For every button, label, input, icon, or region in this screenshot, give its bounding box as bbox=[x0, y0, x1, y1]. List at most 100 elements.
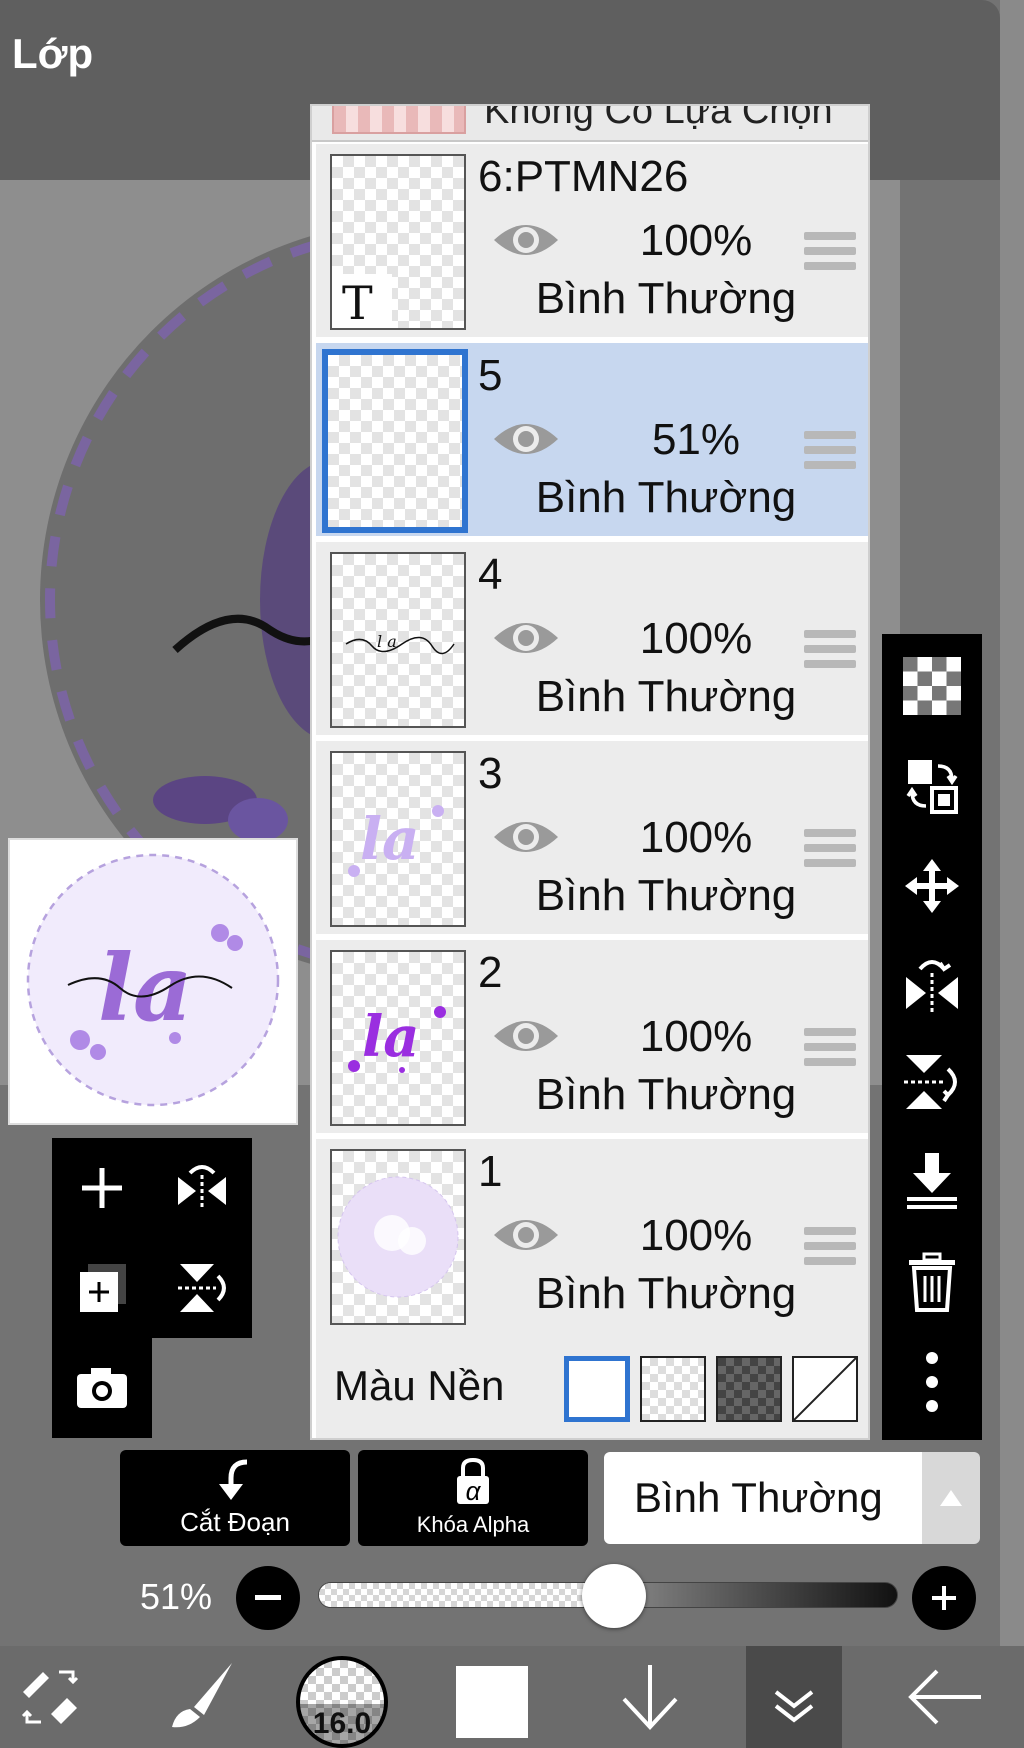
layer-swap-button[interactable] bbox=[882, 738, 982, 834]
flip-horizontal-small-button[interactable] bbox=[152, 1138, 252, 1238]
alpha-lock-button[interactable]: α Khóa Alpha bbox=[358, 1450, 588, 1546]
layer-opacity[interactable]: 51% bbox=[616, 415, 776, 465]
drag-handle-icon[interactable] bbox=[804, 431, 856, 477]
layer-thumbnail[interactable]: l a bbox=[330, 552, 466, 728]
more-icon bbox=[926, 1352, 938, 1412]
merge-down-button[interactable] bbox=[882, 1132, 982, 1228]
layer-name: 6:PTMN26 bbox=[478, 152, 689, 201]
back-button[interactable] bbox=[890, 1646, 1000, 1748]
drag-handle-icon[interactable] bbox=[804, 630, 856, 676]
opacity-value-label: 51% bbox=[140, 1576, 213, 1617]
layer-row[interactable]: la 2 100% Bình Thường bbox=[316, 940, 868, 1136]
purple-la-thumbnail: la bbox=[348, 1004, 446, 1073]
layer-row[interactable]: la 3 100% Bình Thường bbox=[316, 741, 868, 937]
layer-thumbnail[interactable]: la bbox=[330, 751, 466, 927]
visibility-eye-icon[interactable] bbox=[490, 1012, 562, 1060]
layer-row[interactable]: l a 4 100% Bình Thường bbox=[316, 542, 868, 738]
layer-name: 1 bbox=[478, 1147, 503, 1196]
brush-eraser-switch-icon bbox=[21, 1670, 79, 1724]
plus-icon bbox=[932, 1586, 956, 1610]
signature-thumbnail: l a bbox=[345, 632, 455, 655]
blend-mode-select[interactable]: Bình Thường bbox=[604, 1452, 922, 1544]
no-background-icon bbox=[794, 1358, 856, 1420]
arrow-left-icon bbox=[908, 1669, 981, 1725]
move-icon bbox=[905, 859, 959, 913]
blend-mode-value: Bình Thường bbox=[634, 1474, 883, 1521]
flip-vertical-icon bbox=[904, 1055, 957, 1109]
layer-name: 5 bbox=[478, 351, 503, 400]
opacity-decrease-button[interactable] bbox=[236, 1566, 300, 1630]
layer-row[interactable]: T 6:PTMN26 100% Bình Thường bbox=[316, 144, 868, 340]
current-color-swatch[interactable] bbox=[456, 1666, 528, 1738]
layer-thumbnail[interactable]: T bbox=[330, 154, 466, 330]
drag-handle-icon[interactable] bbox=[804, 1028, 856, 1074]
layer-thumbnail[interactable] bbox=[322, 349, 468, 533]
layer-opacity[interactable]: 100% bbox=[616, 813, 776, 863]
layer-row[interactable]: 1 100% Bình Thường bbox=[316, 1139, 868, 1335]
visibility-eye-icon[interactable] bbox=[490, 216, 562, 264]
layer-opacity[interactable]: 100% bbox=[616, 1012, 776, 1062]
clipping-label: Cắt Đoạn bbox=[180, 1507, 290, 1537]
layer-blend-mode: Bình Thường bbox=[535, 1269, 797, 1318]
minus-icon bbox=[255, 1595, 281, 1600]
visibility-eye-icon[interactable] bbox=[490, 813, 562, 861]
layer-opacity[interactable]: 100% bbox=[616, 1211, 776, 1261]
tool-switch-button[interactable] bbox=[0, 1646, 100, 1748]
clipping-button[interactable]: Cắt Đoạn bbox=[120, 1450, 350, 1546]
more-options-button[interactable] bbox=[882, 1334, 982, 1430]
background-none-option[interactable] bbox=[792, 1356, 858, 1422]
transparency-button[interactable] bbox=[882, 638, 982, 734]
page-title: Lớp bbox=[12, 30, 94, 77]
move-down-button[interactable] bbox=[600, 1646, 700, 1748]
add-layer-button[interactable] bbox=[52, 1138, 152, 1238]
opacity-slider-row: 51% bbox=[0, 1556, 1000, 1636]
camera-button[interactable] bbox=[52, 1338, 152, 1438]
brush-size-label: 16.0 bbox=[300, 1704, 384, 1744]
visibility-eye-icon[interactable] bbox=[490, 1211, 562, 1259]
visibility-eye-icon[interactable] bbox=[490, 415, 562, 463]
layer-opacity[interactable]: 100% bbox=[616, 614, 776, 664]
layer-thumbnail[interactable] bbox=[330, 1149, 466, 1325]
layer-row-selection-partial[interactable]: Không Có Lựa Chọn bbox=[312, 106, 868, 142]
background-checker-dark-option[interactable] bbox=[716, 1356, 782, 1422]
drag-handle-icon[interactable] bbox=[804, 1227, 856, 1273]
layer-opacity[interactable]: 100% bbox=[616, 216, 776, 266]
app-screen: Lớp la Không Có Lựa Chọn T 6:PTMN26 100%… bbox=[0, 0, 1024, 1748]
alpha-glyph: α bbox=[465, 1476, 481, 1506]
background-checker-light-option[interactable] bbox=[640, 1356, 706, 1422]
alpha-lock-label: Khóa Alpha bbox=[416, 1512, 530, 1537]
opacity-increase-button[interactable] bbox=[912, 1566, 976, 1630]
delete-layer-button[interactable] bbox=[882, 1234, 982, 1330]
selection-layer-label: Không Có Lựa Chọn bbox=[484, 106, 833, 132]
layer-thumbnail[interactable]: la bbox=[330, 950, 466, 1126]
drag-handle-icon[interactable] bbox=[804, 829, 856, 875]
layer-panel: Không Có Lựa Chọn T 6:PTMN26 100% Bình T… bbox=[310, 104, 870, 1440]
text-layer-thumbnail: T bbox=[332, 274, 392, 328]
preview-image: la bbox=[26, 853, 280, 1107]
collapse-panel-button[interactable] bbox=[746, 1646, 842, 1748]
blend-mode-dropdown-button[interactable] bbox=[922, 1452, 980, 1544]
background-color-label: Màu Nền bbox=[334, 1362, 505, 1409]
layer-row[interactable]: 5 51% Bình Thường bbox=[316, 343, 868, 539]
arrow-down-icon bbox=[622, 1665, 678, 1730]
move-button[interactable] bbox=[882, 838, 982, 934]
brush-size-indicator[interactable]: 16.0 bbox=[296, 1656, 388, 1748]
flip-vertical-button[interactable] bbox=[882, 1034, 982, 1130]
flip-horizontal-button[interactable] bbox=[882, 936, 982, 1032]
brush-tool-button[interactable] bbox=[150, 1646, 250, 1748]
opacity-slider-knob[interactable] bbox=[581, 1564, 646, 1628]
background-white-option[interactable] bbox=[564, 1356, 630, 1422]
layer-name: 4 bbox=[478, 550, 503, 599]
canvas-preview-thumbnail[interactable]: la bbox=[8, 838, 298, 1125]
merge-down-icon bbox=[907, 1153, 957, 1209]
background-color-row: Màu Nền bbox=[316, 1326, 868, 1438]
drag-handle-icon[interactable] bbox=[804, 232, 856, 278]
trash-icon bbox=[909, 1252, 955, 1312]
svg-text:la: la bbox=[362, 1004, 420, 1070]
visibility-eye-icon[interactable] bbox=[490, 614, 562, 662]
text-layer-glyph: T bbox=[342, 276, 373, 328]
copy-layer-button[interactable] bbox=[52, 1238, 152, 1338]
flip-v-small-icon bbox=[178, 1264, 226, 1312]
layer-blend-mode: Bình Thường bbox=[535, 1070, 797, 1119]
flip-vertical-small-button[interactable] bbox=[152, 1238, 252, 1338]
